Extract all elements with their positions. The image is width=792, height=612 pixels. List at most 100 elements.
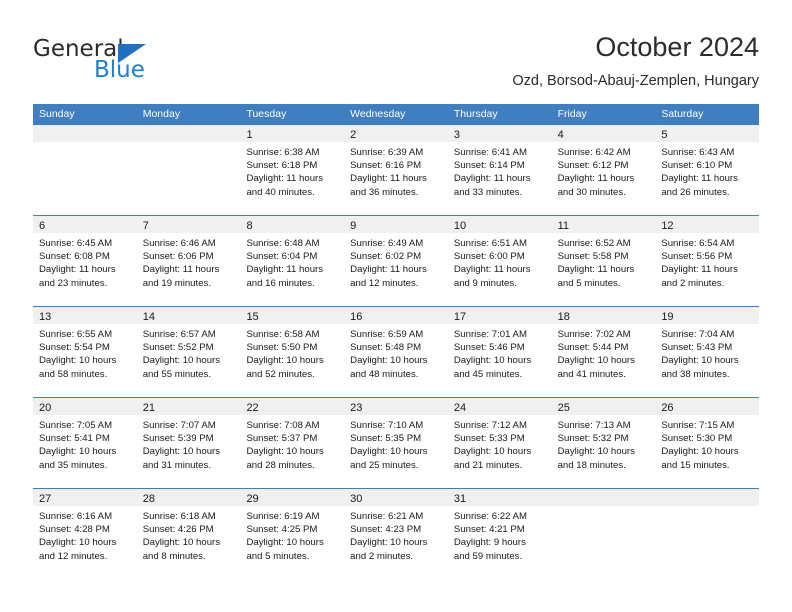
- week-row: 1 Sunrise: 6:38 AM Sunset: 6:18 PM Dayli…: [33, 125, 760, 215]
- day-cell[interactable]: 15 Sunrise: 6:58 AM Sunset: 5:50 PM Dayl…: [240, 307, 345, 397]
- sunrise-text: Sunrise: 7:04 AM: [661, 329, 735, 340]
- day-cell[interactable]: 16 Sunrise: 6:59 AM Sunset: 5:48 PM Dayl…: [344, 307, 448, 397]
- day-cell[interactable]: 5 Sunrise: 6:43 AM Sunset: 6:10 PM Dayli…: [655, 125, 760, 215]
- generalblue-logo[interactable]: General Blue: [33, 36, 263, 90]
- sunrise-text: Sunrise: 6:21 AM: [350, 511, 424, 522]
- day-cell[interactable]: 13 Sunrise: 6:55 AM Sunset: 5:54 PM Dayl…: [33, 307, 137, 397]
- sunset-text: Sunset: 5:48 PM: [350, 342, 422, 354]
- day-details: Sunrise: 6:51 AM Sunset: 6:00 PM Dayligh…: [448, 233, 552, 290]
- day-cell[interactable]: 23 Sunrise: 7:10 AM Sunset: 5:35 PM Dayl…: [344, 398, 448, 488]
- sunset-text: Sunset: 6:04 PM: [246, 251, 318, 263]
- day-number-band: 10: [447, 216, 552, 233]
- day-cell[interactable]: 26 Sunrise: 7:15 AM Sunset: 5:30 PM Dayl…: [655, 398, 760, 488]
- sunset-text: Sunset: 5:46 PM: [453, 342, 525, 354]
- sunset-text: Sunset: 5:33 PM: [453, 433, 525, 445]
- daylight-text-line1: Daylight: 11 hours: [142, 264, 220, 276]
- day-cell[interactable]: 25 Sunrise: 7:13 AM Sunset: 5:32 PM Dayl…: [551, 398, 656, 488]
- title-block: October 2024 Ozd, Borsod-Abauj-Zemplen, …: [512, 30, 759, 90]
- day-cell[interactable]: [33, 125, 137, 215]
- day-details: [552, 506, 656, 510]
- day-cell[interactable]: 28 Sunrise: 6:18 AM Sunset: 4:26 PM Dayl…: [136, 489, 241, 579]
- week-row: 13 Sunrise: 6:55 AM Sunset: 5:54 PM Dayl…: [33, 306, 760, 397]
- day-cell[interactable]: 2 Sunrise: 6:39 AM Sunset: 6:16 PM Dayli…: [344, 125, 448, 215]
- day-cell[interactable]: [551, 489, 656, 579]
- day-details: Sunrise: 6:16 AM Sunset: 4:28 PM Dayligh…: [33, 506, 137, 563]
- daylight-text-line2: and 2 minutes.: [350, 550, 414, 562]
- day-cell[interactable]: 3 Sunrise: 6:41 AM Sunset: 6:14 PM Dayli…: [447, 125, 552, 215]
- daylight-text-line1: Daylight: 10 hours: [39, 355, 117, 367]
- day-number: 27: [39, 493, 52, 505]
- day-cell[interactable]: 10 Sunrise: 6:51 AM Sunset: 6:00 PM Dayl…: [447, 216, 552, 306]
- week-row: 27 Sunrise: 6:16 AM Sunset: 4:28 PM Dayl…: [33, 488, 760, 579]
- day-cell[interactable]: 27 Sunrise: 6:16 AM Sunset: 4:28 PM Dayl…: [33, 489, 137, 579]
- sunset-text: Sunset: 5:58 PM: [557, 251, 629, 263]
- day-number-band: 15: [240, 307, 345, 324]
- day-cell[interactable]: 30 Sunrise: 6:21 AM Sunset: 4:23 PM Dayl…: [344, 489, 448, 579]
- day-number: 1: [246, 129, 253, 141]
- sunrise-text: Sunrise: 6:58 AM: [246, 329, 320, 340]
- sunrise-text: Sunrise: 7:02 AM: [557, 329, 631, 340]
- day-details: Sunrise: 7:05 AM Sunset: 5:41 PM Dayligh…: [33, 415, 137, 472]
- day-number-band: 29: [240, 489, 345, 506]
- sunrise-text: Sunrise: 7:08 AM: [246, 420, 320, 431]
- daylight-text-line1: Daylight: 10 hours: [142, 355, 221, 367]
- day-cell[interactable]: 14 Sunrise: 6:57 AM Sunset: 5:52 PM Dayl…: [136, 307, 241, 397]
- sunrise-text: Sunrise: 7:10 AM: [350, 420, 424, 431]
- sunset-text: Sunset: 5:30 PM: [661, 433, 733, 445]
- day-cell[interactable]: 29 Sunrise: 6:19 AM Sunset: 4:25 PM Dayl…: [240, 489, 345, 579]
- day-details: Sunrise: 6:42 AM Sunset: 6:12 PM Dayligh…: [552, 142, 656, 199]
- day-details: Sunrise: 7:01 AM Sunset: 5:46 PM Dayligh…: [448, 324, 552, 381]
- day-cell[interactable]: 6 Sunrise: 6:45 AM Sunset: 6:08 PM Dayli…: [33, 216, 137, 306]
- daylight-text-line2: and 25 minutes.: [350, 459, 419, 471]
- day-number: 25: [557, 402, 570, 414]
- day-number-band: 17: [447, 307, 552, 324]
- day-cell[interactable]: 1 Sunrise: 6:38 AM Sunset: 6:18 PM Dayli…: [240, 125, 345, 215]
- daylight-text-line2: and 38 minutes.: [661, 368, 730, 380]
- day-number: 28: [142, 493, 155, 505]
- day-number: 18: [557, 311, 570, 323]
- page-subtitle: Ozd, Borsod-Abauj-Zemplen, Hungary: [512, 73, 759, 89]
- day-number-band: 16: [344, 307, 448, 324]
- day-number-band: 9: [344, 216, 448, 233]
- day-cell[interactable]: 7 Sunrise: 6:46 AM Sunset: 6:06 PM Dayli…: [136, 216, 241, 306]
- daylight-text-line2: and 16 minutes.: [246, 277, 315, 289]
- day-cell[interactable]: 11 Sunrise: 6:52 AM Sunset: 5:58 PM Dayl…: [551, 216, 656, 306]
- daylight-text-line2: and 52 minutes.: [246, 368, 315, 380]
- daylight-text-line1: Daylight: 10 hours: [142, 446, 221, 458]
- day-cell[interactable]: 31 Sunrise: 6:22 AM Sunset: 4:21 PM Dayl…: [447, 489, 552, 579]
- day-cell[interactable]: 21 Sunrise: 7:07 AM Sunset: 5:39 PM Dayl…: [136, 398, 241, 488]
- sunset-text: Sunset: 5:37 PM: [246, 433, 318, 445]
- day-cell[interactable]: 8 Sunrise: 6:48 AM Sunset: 6:04 PM Dayli…: [240, 216, 345, 306]
- sunset-text: Sunset: 5:35 PM: [350, 433, 422, 445]
- day-cell[interactable]: 20 Sunrise: 7:05 AM Sunset: 5:41 PM Dayl…: [33, 398, 137, 488]
- day-cell[interactable]: 4 Sunrise: 6:42 AM Sunset: 6:12 PM Dayli…: [551, 125, 656, 215]
- day-number: 14: [142, 311, 155, 323]
- daylight-text-line2: and 23 minutes.: [39, 277, 108, 289]
- day-details: Sunrise: 6:58 AM Sunset: 5:50 PM Dayligh…: [240, 324, 344, 381]
- day-cell[interactable]: [136, 125, 241, 215]
- day-number-band: 21: [136, 398, 241, 415]
- day-cell[interactable]: 12 Sunrise: 6:54 AM Sunset: 5:56 PM Dayl…: [655, 216, 760, 306]
- day-details: Sunrise: 6:46 AM Sunset: 6:06 PM Dayligh…: [137, 233, 241, 290]
- daylight-text-line2: and 33 minutes.: [453, 186, 523, 198]
- day-cell[interactable]: 24 Sunrise: 7:12 AM Sunset: 5:33 PM Dayl…: [447, 398, 552, 488]
- daylight-text-line1: Daylight: 11 hours: [557, 173, 635, 185]
- day-number: 16: [350, 311, 363, 323]
- sunset-text: Sunset: 5:56 PM: [661, 251, 733, 263]
- day-number-band: 12: [655, 216, 760, 233]
- day-cell[interactable]: 19 Sunrise: 7:04 AM Sunset: 5:43 PM Dayl…: [655, 307, 760, 397]
- day-cell[interactable]: 18 Sunrise: 7:02 AM Sunset: 5:44 PM Dayl…: [551, 307, 656, 397]
- daylight-text-line1: Daylight: 10 hours: [350, 537, 428, 549]
- day-cell[interactable]: [655, 489, 760, 579]
- sunset-text: Sunset: 6:02 PM: [350, 251, 422, 263]
- sunrise-text: Sunrise: 6:45 AM: [39, 238, 113, 249]
- day-details: Sunrise: 6:59 AM Sunset: 5:48 PM Dayligh…: [344, 324, 448, 381]
- sunrise-text: Sunrise: 6:19 AM: [246, 511, 320, 522]
- sunrise-text: Sunrise: 7:15 AM: [661, 420, 735, 431]
- day-cell[interactable]: 9 Sunrise: 6:49 AM Sunset: 6:02 PM Dayli…: [344, 216, 448, 306]
- day-cell[interactable]: 17 Sunrise: 7:01 AM Sunset: 5:46 PM Dayl…: [447, 307, 552, 397]
- daylight-text-line2: and 21 minutes.: [453, 459, 523, 471]
- day-number: 3: [453, 129, 460, 141]
- day-cell[interactable]: 22 Sunrise: 7:08 AM Sunset: 5:37 PM Dayl…: [240, 398, 345, 488]
- sunrise-text: Sunrise: 6:55 AM: [39, 329, 113, 340]
